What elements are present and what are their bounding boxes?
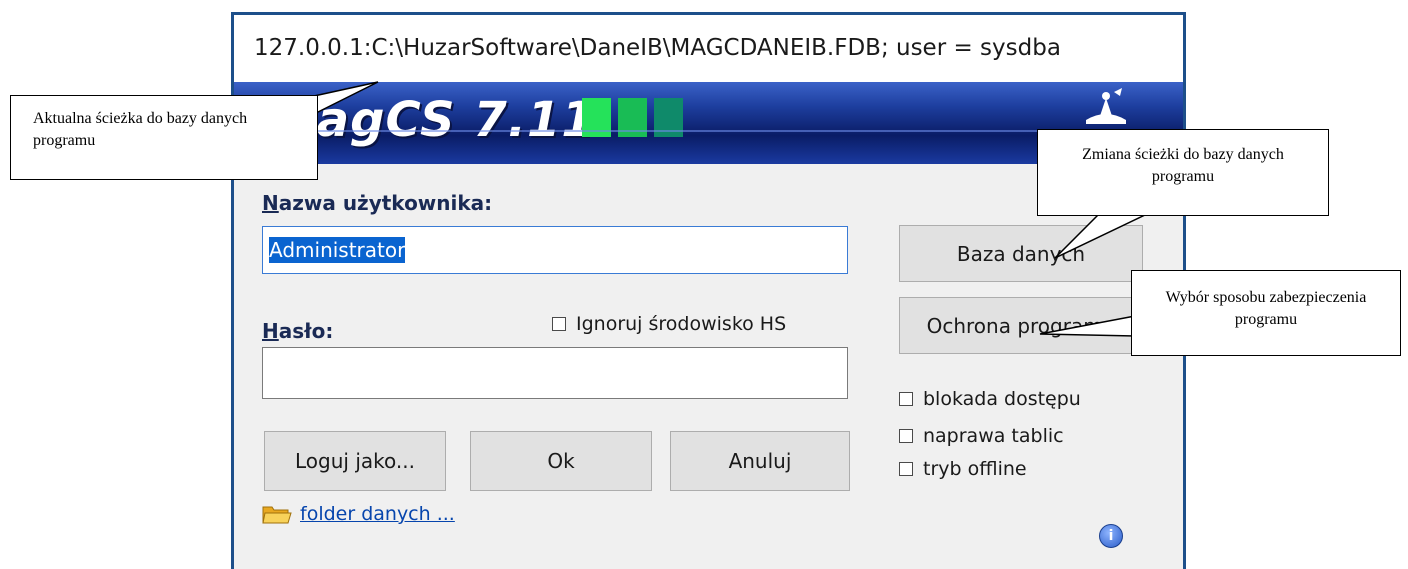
login-as-button[interactable]: Loguj jako... <box>264 431 446 491</box>
option-offline-mode[interactable]: tryb offline <box>899 458 1027 480</box>
ok-button[interactable]: Ok <box>470 431 652 491</box>
callout-change-path: Zmiana ścieżki do bazy danych programu <box>1037 129 1329 216</box>
window-title: 127.0.0.1:C:\HuzarSoftware\DaneIB\MAGCDA… <box>234 15 1183 82</box>
folder-icon <box>262 506 292 524</box>
option-table-repair[interactable]: naprawa tablic <box>899 425 1064 447</box>
login-window: 127.0.0.1:C:\HuzarSoftware\DaneIB\MAGCDA… <box>231 12 1186 569</box>
info-icon[interactable]: i <box>1099 524 1123 548</box>
access-lock-label: blokada dostępu <box>923 388 1081 410</box>
emblem-icon <box>1086 88 1126 124</box>
table-repair-box[interactable] <box>899 429 913 443</box>
ignore-env-checkbox[interactable]: Ignoruj środowisko HS <box>552 313 786 335</box>
password-input[interactable] <box>262 347 848 399</box>
protection-button[interactable]: Ochrona programu <box>899 297 1143 354</box>
status-square-2 <box>618 98 647 137</box>
status-square-1 <box>582 98 611 137</box>
ignore-env-box[interactable] <box>552 317 566 331</box>
option-access-lock[interactable]: blokada dostępu <box>899 388 1081 410</box>
username-value: Administrator <box>269 237 406 263</box>
offline-mode-label: tryb offline <box>923 458 1027 480</box>
username-label: Nazwa użytkownika: <box>262 191 493 215</box>
password-label: Hasło: <box>262 319 334 343</box>
callout-protection: Wybór sposobu zabezpieczenia programu <box>1131 270 1401 356</box>
offline-mode-box[interactable] <box>899 462 913 476</box>
status-square-3 <box>654 98 683 137</box>
username-input[interactable]: Administrator <box>262 226 848 274</box>
table-repair-label: naprawa tablic <box>923 425 1064 447</box>
folder-link-text[interactable]: folder danych ... <box>300 503 455 525</box>
folder-link[interactable]: folder danych ... <box>262 503 455 525</box>
access-lock-box[interactable] <box>899 392 913 406</box>
database-button[interactable]: Baza danych <box>899 225 1143 282</box>
ignore-env-label: Ignoruj środowisko HS <box>576 313 787 335</box>
cancel-button[interactable]: Anuluj <box>670 431 850 491</box>
callout-db-path: Aktualna ścieżka do bazy danych programu <box>10 95 318 180</box>
